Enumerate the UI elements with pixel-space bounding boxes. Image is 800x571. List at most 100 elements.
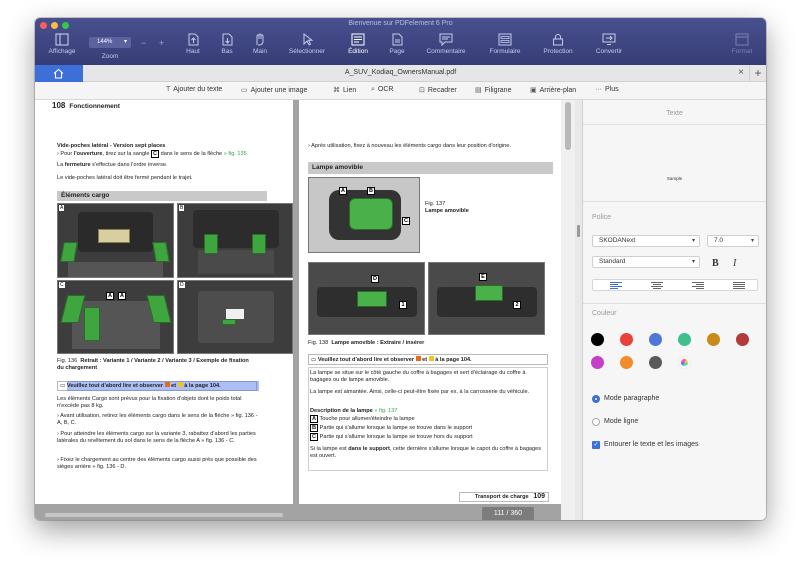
chevron-down-icon: ▾ (123, 39, 127, 45)
lock-icon (551, 33, 565, 46)
lamp-section-bar: Lampe amovible (308, 162, 553, 174)
align-justify-icon[interactable] (733, 282, 745, 289)
panel-splitter[interactable] (575, 100, 583, 520)
new-tab-button[interactable]: + (749, 65, 766, 82)
format-icon (735, 33, 749, 46)
crop-button[interactable]: ⊡ Recadrer (419, 86, 457, 94)
panel-title: Texte (666, 110, 683, 117)
cargo-paragraph-1: Les éléments Cargo sont prévus pour la f… (57, 396, 242, 410)
convert-button[interactable]: Convertir (590, 33, 628, 63)
font-family-select[interactable]: SKODANext ▾ (592, 235, 700, 247)
cargo-section-bar: Éléments cargo (57, 191, 267, 201)
page-button[interactable]: Page (383, 33, 411, 63)
vertical-scrollbar[interactable] (561, 100, 575, 520)
select-label: Sélectionner (288, 48, 326, 55)
edit-button[interactable]: Édition (340, 33, 376, 63)
document-tab-title[interactable]: A_SUV_Kodiaq_OwnersManual.pdf (35, 69, 766, 76)
zoom-select[interactable]: 144% ▾ (89, 37, 131, 48)
font-size-select[interactable]: 7.0 ▾ (707, 235, 759, 247)
open-instruction: › Pour l'ouverture, tirez sur la sangle … (57, 150, 247, 158)
align-right-icon[interactable] (692, 282, 704, 289)
color-swatch[interactable] (591, 356, 604, 369)
select-tool-button[interactable]: Sélectionner (283, 33, 331, 63)
color-swatch[interactable] (591, 333, 604, 346)
color-swatch[interactable] (620, 356, 633, 369)
page-108: 108 Fonctionnement Vide-poches latéral - … (35, 100, 293, 517)
color-swatch[interactable] (678, 356, 691, 369)
horizontal-scrollbar[interactable] (45, 513, 283, 517)
close-instruction: La fermeture s'effectue dans l'ordre inv… (57, 162, 168, 168)
italic-button[interactable]: I (733, 258, 736, 269)
align-left-icon[interactable] (610, 282, 622, 289)
color-swatch[interactable] (620, 333, 633, 346)
fig-137-caption: Fig. 137 Lampe amovible (425, 201, 469, 214)
alignment-group (592, 279, 758, 291)
color-swatch[interactable] (649, 333, 662, 346)
lamp-desc-b: B Partie qui s'allume lorsque la lampe s… (310, 424, 473, 432)
wrap-text-checkbox[interactable]: ✓ (592, 441, 600, 449)
color-swatch[interactable] (707, 333, 720, 346)
cargo-photo-c: C A A (57, 280, 174, 354)
ocr-icon: ⌕ (371, 86, 375, 93)
close-tab-icon[interactable]: × (738, 67, 744, 78)
link-button[interactable]: ⌘ Lien (333, 86, 356, 94)
photo-label-c: C (59, 282, 65, 288)
paragraph-mode-radio[interactable] (592, 395, 600, 403)
lamp-extract-photo: D 1 (308, 262, 425, 335)
lamp-callout-c: C (402, 217, 410, 225)
color-swatch[interactable] (649, 356, 662, 369)
cargo-photo-b: B (177, 203, 293, 278)
page-down-button[interactable]: Bas (213, 33, 241, 63)
watermark-button[interactable]: ▤ Filigrane (475, 86, 511, 94)
protect-button[interactable]: Protection (537, 33, 579, 63)
tab-bar: A_SUV_Kodiaq_OwnersManual.pdf × + (35, 65, 766, 82)
document-canvas[interactable]: 108 Fonctionnement Vide-poches latéral - … (35, 100, 575, 520)
ocr-button[interactable]: ⌕ OCR (371, 86, 393, 94)
splitter-grip-icon[interactable] (577, 225, 580, 237)
vertical-scrollbar-thumb[interactable] (565, 102, 571, 150)
ocr-label: OCR (377, 86, 394, 93)
format-button[interactable]: Format (724, 33, 760, 63)
background-icon: ▣ (530, 87, 537, 94)
warning-icon (164, 382, 170, 387)
page-counter: 111 / 360 (482, 507, 534, 520)
view-button[interactable]: Affichage (42, 33, 82, 63)
add-image-button[interactable]: ▭ Ajouter une image (241, 86, 307, 94)
align-center-icon[interactable] (651, 282, 663, 289)
comment-button[interactable]: Commentaire (420, 33, 472, 63)
font-style-select[interactable]: Standard ▾ (592, 256, 700, 268)
link-label: Lien (343, 87, 357, 94)
hand-tool-button[interactable]: Main (246, 33, 274, 63)
color-swatch[interactable] (736, 333, 749, 346)
closed-note: Le vide-poches latéral doit être fermé p… (57, 175, 193, 181)
page-up-button[interactable]: Haut (179, 33, 207, 63)
book-icon: ▭ (311, 357, 317, 363)
line-mode-label: Mode ligne (604, 418, 639, 425)
book-icon: ▭ (60, 383, 66, 389)
lamp-photo: A B C (308, 177, 420, 253)
page-up-icon (186, 33, 200, 46)
lamp-callout-e: E (479, 273, 487, 281)
lamp-callout-a: A (339, 187, 347, 195)
color-heading: Couleur (592, 310, 617, 317)
watermark-icon: ▤ (475, 87, 482, 94)
lamp-paragraph-3: Si la lampe est dans le support, cette d… (310, 446, 542, 460)
add-text-button[interactable]: T Ajouter du texte (166, 86, 222, 93)
font-size-value: 7.0 (714, 237, 724, 244)
line-mode-radio[interactable] (592, 418, 600, 426)
form-button[interactable]: Formulaire (482, 33, 528, 63)
caution-icon (177, 382, 183, 387)
more-button[interactable]: ··· Plus (595, 86, 619, 93)
add-image-label: Ajouter une image (250, 87, 308, 94)
zoom-in-icon[interactable]: + (159, 38, 164, 48)
bold-button[interactable]: B (712, 258, 719, 269)
side-pocket-heading: Vide-poches latéral - Version sept place… (57, 143, 166, 149)
image-icon: ▭ (241, 87, 248, 94)
color-swatch[interactable] (678, 333, 691, 346)
background-button[interactable]: ▣ Arrière-plan (530, 86, 576, 94)
zoom-out-icon[interactable]: − (141, 38, 146, 48)
more-icon: ··· (595, 86, 602, 93)
page-down-label: Bas (221, 48, 233, 55)
add-text-label: Ajouter du texte (173, 86, 223, 93)
chevron-down-icon: ▾ (750, 238, 754, 244)
